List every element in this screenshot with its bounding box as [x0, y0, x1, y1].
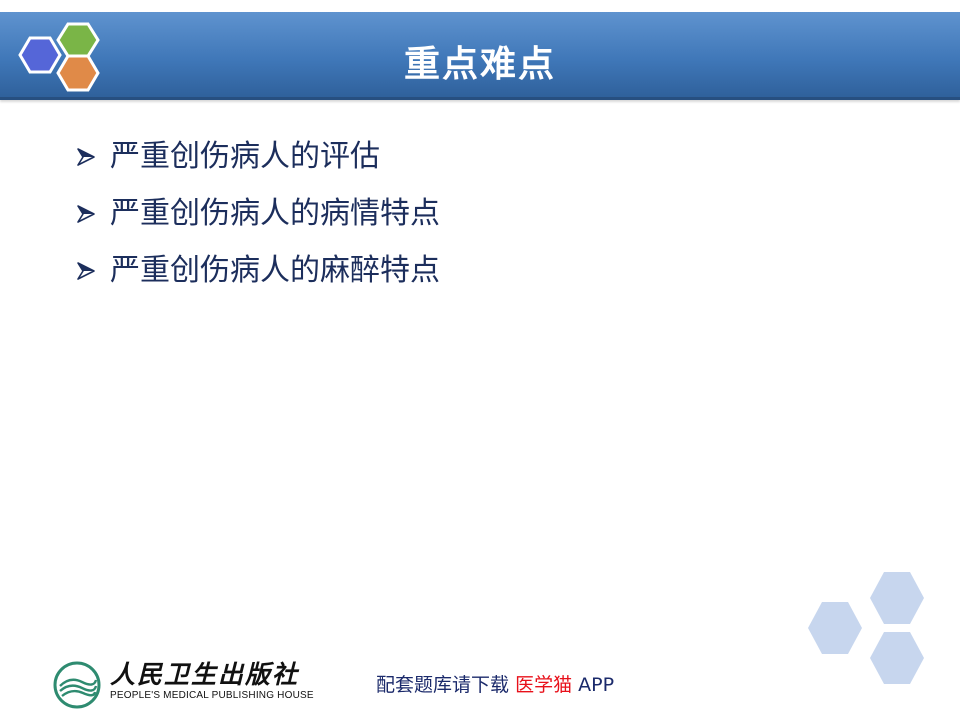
app-promo: 配套题库请下载 医学猫 APP — [376, 672, 614, 698]
publisher-name: 人民卫生出版社 — [110, 660, 300, 689]
arrow-bullet-icon — [77, 204, 95, 223]
decorative-hexagons-icon — [808, 572, 924, 684]
arrow-bullet-icon — [77, 147, 95, 166]
promo-prefix: 配套题库请下载 — [376, 674, 510, 696]
bullet-item: 严重创伤病人的麻醉特点 — [76, 242, 440, 299]
bullet-list: 严重创伤病人的评估 严重创伤病人的病情特点 严重创伤病人的麻醉特点 — [76, 128, 440, 299]
bullet-item: 严重创伤病人的评估 — [76, 128, 440, 185]
deco-hexagon-top-icon — [870, 572, 924, 624]
header-bar: 重点难点 — [0, 12, 960, 100]
bullet-text: 严重创伤病人的评估 — [110, 138, 380, 174]
slide: 重点难点 严重创伤病人的评估 严重创伤病人的病情特点 严重创伤病人的麻醉特点 人… — [0, 0, 960, 720]
arrow-bullet-icon — [77, 261, 95, 280]
bullet-item: 严重创伤病人的病情特点 — [76, 185, 440, 242]
hexagon-logo-icon — [18, 22, 100, 92]
deco-hexagon-left-icon — [808, 602, 862, 654]
deco-hexagon-bottom-icon — [870, 632, 924, 684]
publisher-english-name: PEOPLE'S MEDICAL PUBLISHING HOUSE — [110, 690, 314, 701]
bullet-text: 严重创伤病人的麻醉特点 — [110, 252, 440, 288]
bullet-text: 严重创伤病人的病情特点 — [110, 195, 440, 231]
publisher-emblem-icon — [53, 661, 101, 709]
hexagon-orange-icon — [56, 54, 100, 92]
page-title: 重点难点 — [403, 44, 556, 85]
hexagon-green-icon — [56, 22, 100, 58]
promo-suffix: APP — [578, 674, 615, 696]
hexagon-blue-icon — [18, 36, 62, 74]
promo-app-name[interactable]: 医学猫 — [515, 674, 572, 696]
